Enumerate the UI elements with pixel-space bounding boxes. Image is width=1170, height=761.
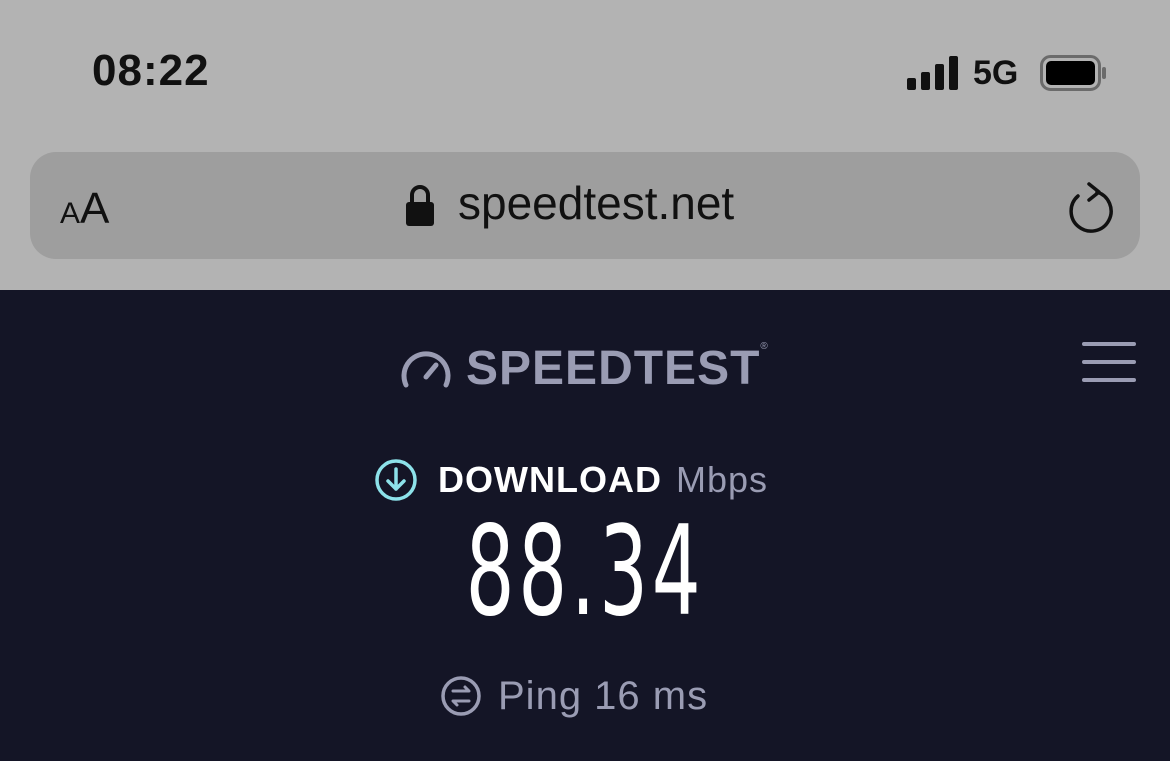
download-speed-value: 88.34 — [465, 500, 705, 644]
browser-chrome: 08:22 5G AA speedtest.net — [0, 0, 1170, 290]
carrier-label: 5G — [973, 54, 1019, 92]
ping-result: Ping 16 ms — [440, 672, 708, 720]
download-arrow-icon — [375, 459, 417, 501]
trademark-symbol: ® — [760, 340, 769, 352]
reload-icon[interactable] — [1064, 180, 1116, 234]
hamburger-menu-icon[interactable] — [1082, 342, 1136, 382]
signal-strength-icon — [907, 54, 959, 90]
logo-wordmark: SPEEDTEST — [466, 341, 761, 395]
status-time: 08:22 — [92, 46, 210, 95]
download-header: DOWNLOAD Mbps — [374, 458, 768, 502]
logo-text: SPEEDTEST® — [466, 341, 769, 396]
text-size-big: A — [80, 184, 110, 233]
lock-icon — [406, 185, 434, 226]
battery-icon — [1040, 55, 1106, 91]
address-bar[interactable]: AA speedtest.net — [30, 152, 1140, 259]
text-size-small: A — [60, 197, 81, 230]
unit-label: Mbps — [675, 459, 768, 500]
speedtest-logo[interactable]: SPEEDTEST® — [400, 341, 769, 396]
speedometer-icon — [401, 351, 451, 388]
download-label: DOWNLOAD — [438, 459, 662, 500]
ping-icon — [441, 676, 481, 716]
text-size-icon[interactable]: AA — [60, 184, 109, 234]
url-text[interactable]: speedtest.net — [458, 176, 734, 230]
ping-text: Ping 16 ms — [498, 673, 709, 718]
